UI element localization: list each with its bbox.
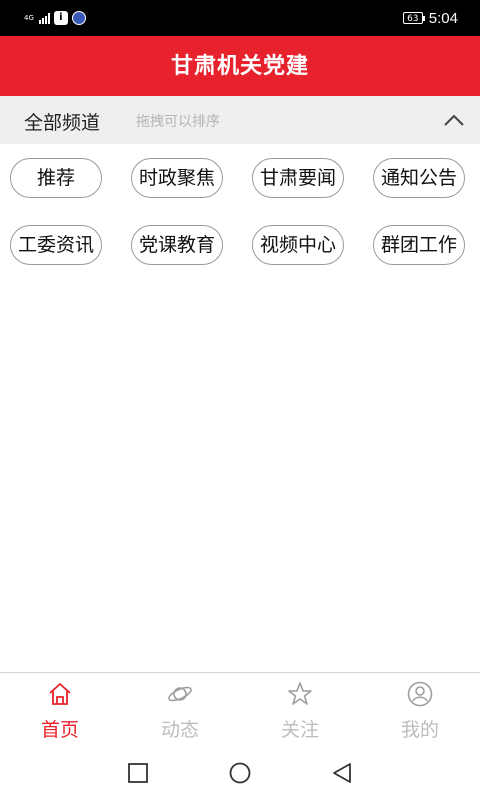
channel-chip-committee-news[interactable]: 工委资讯	[10, 225, 102, 265]
signal-icon	[38, 12, 50, 24]
tab-label-home: 首页	[40, 719, 79, 741]
tab-dynamics[interactable]: 动态	[120, 673, 240, 749]
network-type: 4G	[24, 13, 34, 22]
star-icon	[288, 682, 312, 705]
back-icon[interactable]	[331, 762, 353, 784]
channel-chip-politics[interactable]: 时政聚焦	[131, 158, 223, 198]
channel-section-title: 全部频道	[24, 112, 101, 134]
status-time: 5:04	[428, 9, 458, 27]
system-nav-bar	[0, 748, 480, 800]
tab-label-dynamics: 动态	[160, 719, 199, 741]
chevron-up-icon[interactable]	[442, 108, 466, 132]
channel-chip-video-center[interactable]: 视频中心	[252, 225, 344, 265]
app-header: 甘肃机关党建	[0, 36, 480, 96]
battery-level: 63	[407, 14, 419, 24]
channel-chip-notices[interactable]: 通知公告	[373, 158, 465, 198]
bottom-tab-bar: 首页 动态 关注 我的	[0, 672, 480, 748]
network-label: 4G	[24, 13, 34, 22]
tab-label-mine: 我的	[400, 719, 439, 741]
tab-follow[interactable]: 关注	[240, 673, 360, 749]
profile-icon	[407, 681, 433, 707]
channel-chip-party-education[interactable]: 党课教育	[131, 225, 223, 265]
status-left: 4G i	[24, 9, 86, 27]
tab-label-follow: 关注	[280, 719, 319, 741]
orbit-icon	[168, 686, 192, 702]
status-bar: 4G i 63 5:04	[0, 0, 480, 36]
channel-header: 全部频道 拖拽可以排序	[0, 96, 480, 144]
channel-chip-recommend[interactable]: 推荐	[10, 158, 102, 198]
notification-browser-icon	[71, 11, 86, 25]
battery-icon: 63	[402, 12, 425, 24]
channel-chip-group-work[interactable]: 群团工作	[373, 225, 465, 265]
tab-mine[interactable]: 我的	[360, 673, 480, 749]
notification-app-icon: i	[53, 11, 68, 25]
channel-chip-gansu-news[interactable]: 甘肃要闻	[252, 158, 344, 198]
status-right: 63 5:04	[402, 8, 458, 28]
drag-sort-hint: 拖拽可以排序	[136, 114, 220, 130]
home-button-icon[interactable]	[229, 762, 251, 784]
home-icon	[49, 683, 71, 705]
recent-apps-icon[interactable]	[127, 762, 149, 784]
tab-home[interactable]: 首页	[0, 673, 120, 749]
page-title: 甘肃机关党建	[170, 54, 309, 79]
